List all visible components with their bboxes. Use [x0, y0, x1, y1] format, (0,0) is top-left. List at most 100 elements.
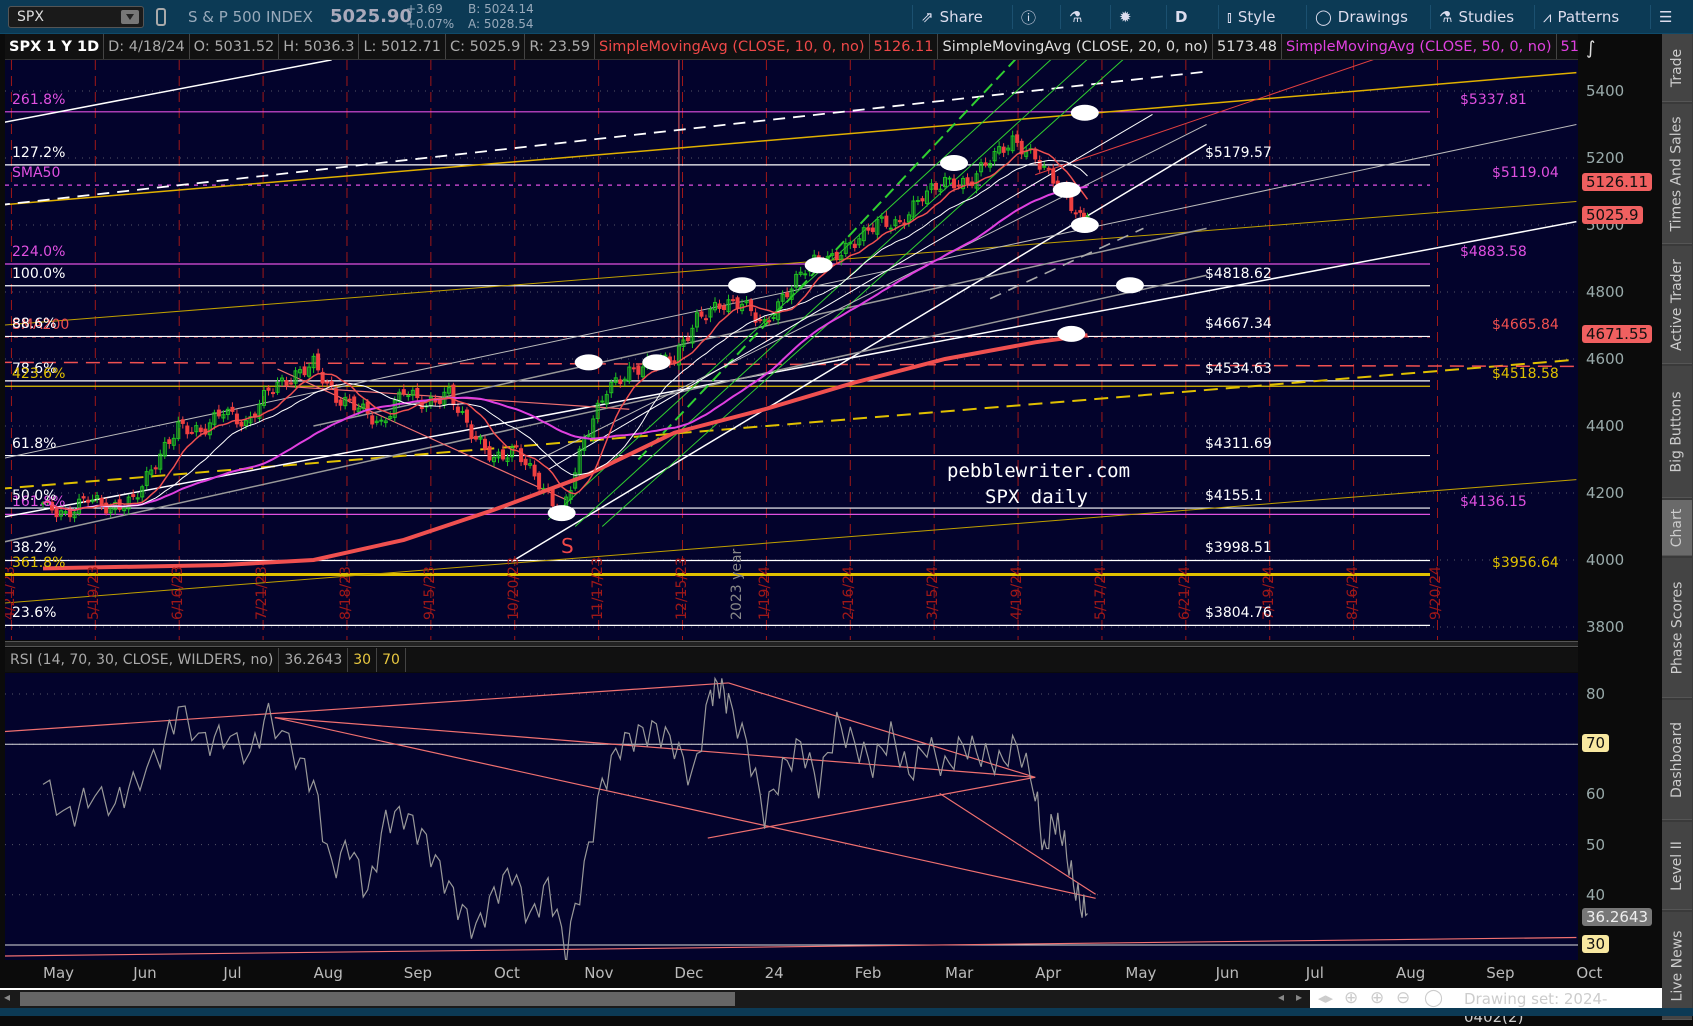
- patterns-button[interactable]: ⩘ Patterns: [1534, 5, 1627, 29]
- ellipse-icon[interactable]: ◯: [1424, 988, 1443, 1008]
- chevron-down-icon[interactable]: [121, 10, 139, 24]
- drawings-button[interactable]: ◯ Drawings: [1306, 5, 1416, 29]
- time-axis[interactable]: May Jun Jul Aug Sep Oct Nov Dec 24 Feb Mar Apr May Ju…: [5, 962, 1602, 986]
- rsi-70-tag: 70: [1582, 734, 1610, 753]
- rsi-overbought: 70: [377, 648, 406, 672]
- fib-level-label: 127.2%: [12, 144, 66, 161]
- price-chart[interactable]: 4/21/23 5/19/23 6/16/23 7/21/23 8/18/23 9/15/…: [5, 60, 1578, 640]
- target-ellipse: [1115, 277, 1144, 294]
- zoom-out-icon[interactable]: ⊖: [1396, 988, 1410, 1008]
- flask-button[interactable]: ⚗: [1060, 5, 1090, 29]
- style-button[interactable]: ⫾ Style: [1218, 5, 1284, 29]
- bar-date: D: 4/18/24: [104, 34, 190, 59]
- scroll-left-icon[interactable]: ◂: [4, 990, 10, 1004]
- sidebar-tab-level-ii[interactable]: Level II: [1662, 822, 1692, 910]
- flask-icon: ⚗: [1439, 8, 1453, 26]
- settings-button[interactable]: ✹: [1110, 5, 1140, 29]
- info-button[interactable]: ⓘ: [1012, 5, 1044, 29]
- candle-body: [852, 243, 857, 249]
- candle-body: [482, 438, 487, 450]
- candle-body: [185, 425, 190, 435]
- price-chart-canvas[interactable]: [5, 60, 1578, 640]
- price-level-label: $4665.84: [1492, 316, 1559, 333]
- scroll-left-icon[interactable]: ◂: [1278, 990, 1284, 1004]
- candle-body: [1078, 210, 1083, 213]
- menu-button[interactable]: ☰: [1650, 5, 1680, 29]
- scroll-right-icon[interactable]: ▸: [1296, 990, 1302, 1004]
- sidebar-tab-trade[interactable]: Trade: [1662, 34, 1692, 102]
- annotation-marker: S: [561, 534, 574, 558]
- candle-body: [636, 365, 641, 375]
- net-change: +3.69: [406, 2, 443, 16]
- candle-body: [86, 499, 91, 503]
- candle-body: [1046, 167, 1051, 170]
- sidebar-tab-chart[interactable]: Chart: [1662, 500, 1692, 556]
- rsi-chart-canvas[interactable]: [5, 673, 1578, 960]
- flask-icon: ⚗: [1069, 8, 1083, 26]
- candle-body: [834, 251, 839, 260]
- sma50-label[interactable]: SimpleMovingAvg (CLOSE, 50, 0, no): [1282, 34, 1557, 59]
- month-label: Feb: [854, 964, 882, 982]
- studies-label: Studies: [1458, 8, 1515, 26]
- candle-body: [631, 367, 636, 370]
- sidebar-tab-live-news[interactable]: Live News: [1662, 912, 1692, 1020]
- candle-body: [1051, 168, 1056, 184]
- price-level-label: $4883.58: [1460, 244, 1527, 260]
- target-ellipse: [1070, 104, 1099, 121]
- price-axis[interactable]: ∫ 5400 5200 5000 4800 4600 4400 4200 4000 3800 51…: [1578, 34, 1662, 964]
- pane-splitter[interactable]: [5, 641, 1578, 647]
- pan-icon[interactable]: ◂▸: [1318, 989, 1333, 1007]
- rsi-chart[interactable]: [5, 673, 1578, 960]
- candle-body: [952, 178, 957, 189]
- candle-body: [266, 387, 271, 391]
- link-icon[interactable]: [156, 8, 166, 26]
- sidebar-tab-active-trader[interactable]: Active Trader: [1662, 246, 1692, 364]
- sidebar-tab-times-and-sales[interactable]: Times And Sales: [1662, 104, 1692, 244]
- sidebar-tab-dashboard[interactable]: Dashboard: [1662, 700, 1692, 820]
- month-label: Sep: [403, 964, 433, 982]
- info-icon: ⓘ: [1021, 8, 1037, 27]
- sma10-label[interactable]: SimpleMovingAvg (CLOSE, 10, 0, no): [595, 34, 870, 59]
- fib-level-label: SMA50: [12, 165, 61, 182]
- month-label: Aug: [313, 964, 343, 982]
- rsi-header: RSI (14, 70, 30, CLOSE, WILDERS, no) 36.…: [5, 648, 1578, 672]
- month-label: May: [43, 964, 75, 982]
- aggregation-button[interactable]: D: [1166, 5, 1195, 29]
- candle-body: [735, 297, 740, 309]
- candle-body: [451, 384, 456, 406]
- price-level-label: $3956.64: [1492, 554, 1559, 571]
- candle-body: [365, 401, 370, 414]
- scrollbar-thumb[interactable]: [20, 992, 735, 1006]
- sidebar-tab-phase-scores[interactable]: Phase Scores: [1662, 558, 1692, 698]
- sma20-label[interactable]: SimpleMovingAvg (CLOSE, 20, 0, no): [938, 34, 1214, 59]
- share-button[interactable]: ⇗ Share: [912, 5, 991, 29]
- scale-icon[interactable]: ∫: [1586, 38, 1595, 59]
- sidebar-tab-label: Dashboard: [1669, 721, 1685, 798]
- candle-body: [685, 337, 690, 341]
- crosshair-icon[interactable]: ⊕: [1344, 988, 1358, 1008]
- sidebar-tab-big-buttons[interactable]: Big Buttons: [1662, 366, 1692, 498]
- symbol-selector[interactable]: SPX: [8, 6, 144, 28]
- candle-body: [618, 379, 623, 385]
- price-tick: 4600: [1586, 350, 1625, 368]
- fib-level-label: 61.8%: [12, 435, 57, 452]
- candle-body: [81, 496, 86, 499]
- top-toolbar: SPX S & P 500 INDEX 5025.90 +3.69 +0.07%…: [0, 0, 1693, 34]
- menu-icon: ☰: [1659, 8, 1673, 26]
- date-marker-label: 8/16/24: [1344, 566, 1361, 620]
- candle-body: [338, 399, 343, 406]
- candle-body: [370, 415, 375, 425]
- fib-level-label: 361.8%: [12, 554, 66, 571]
- date-marker-label: 9/15/23: [421, 566, 438, 620]
- zoom-in-icon[interactable]: ⊕: [1370, 988, 1384, 1008]
- candle-body: [284, 380, 289, 386]
- rsi-trendline: [5, 936, 1577, 957]
- candle-body: [401, 389, 406, 395]
- style-label: Style: [1237, 8, 1276, 26]
- horizontal-scrollbar[interactable]: ◂ ◂ ▸: [0, 990, 1310, 1008]
- candle-body: [464, 409, 469, 423]
- rsi-value-tag: 36.2643: [1582, 907, 1653, 926]
- rsi-label[interactable]: RSI (14, 70, 30, CLOSE, WILDERS, no): [5, 648, 280, 672]
- target-ellipse: [1057, 325, 1086, 342]
- studies-button[interactable]: ⚗ Studies: [1430, 5, 1522, 29]
